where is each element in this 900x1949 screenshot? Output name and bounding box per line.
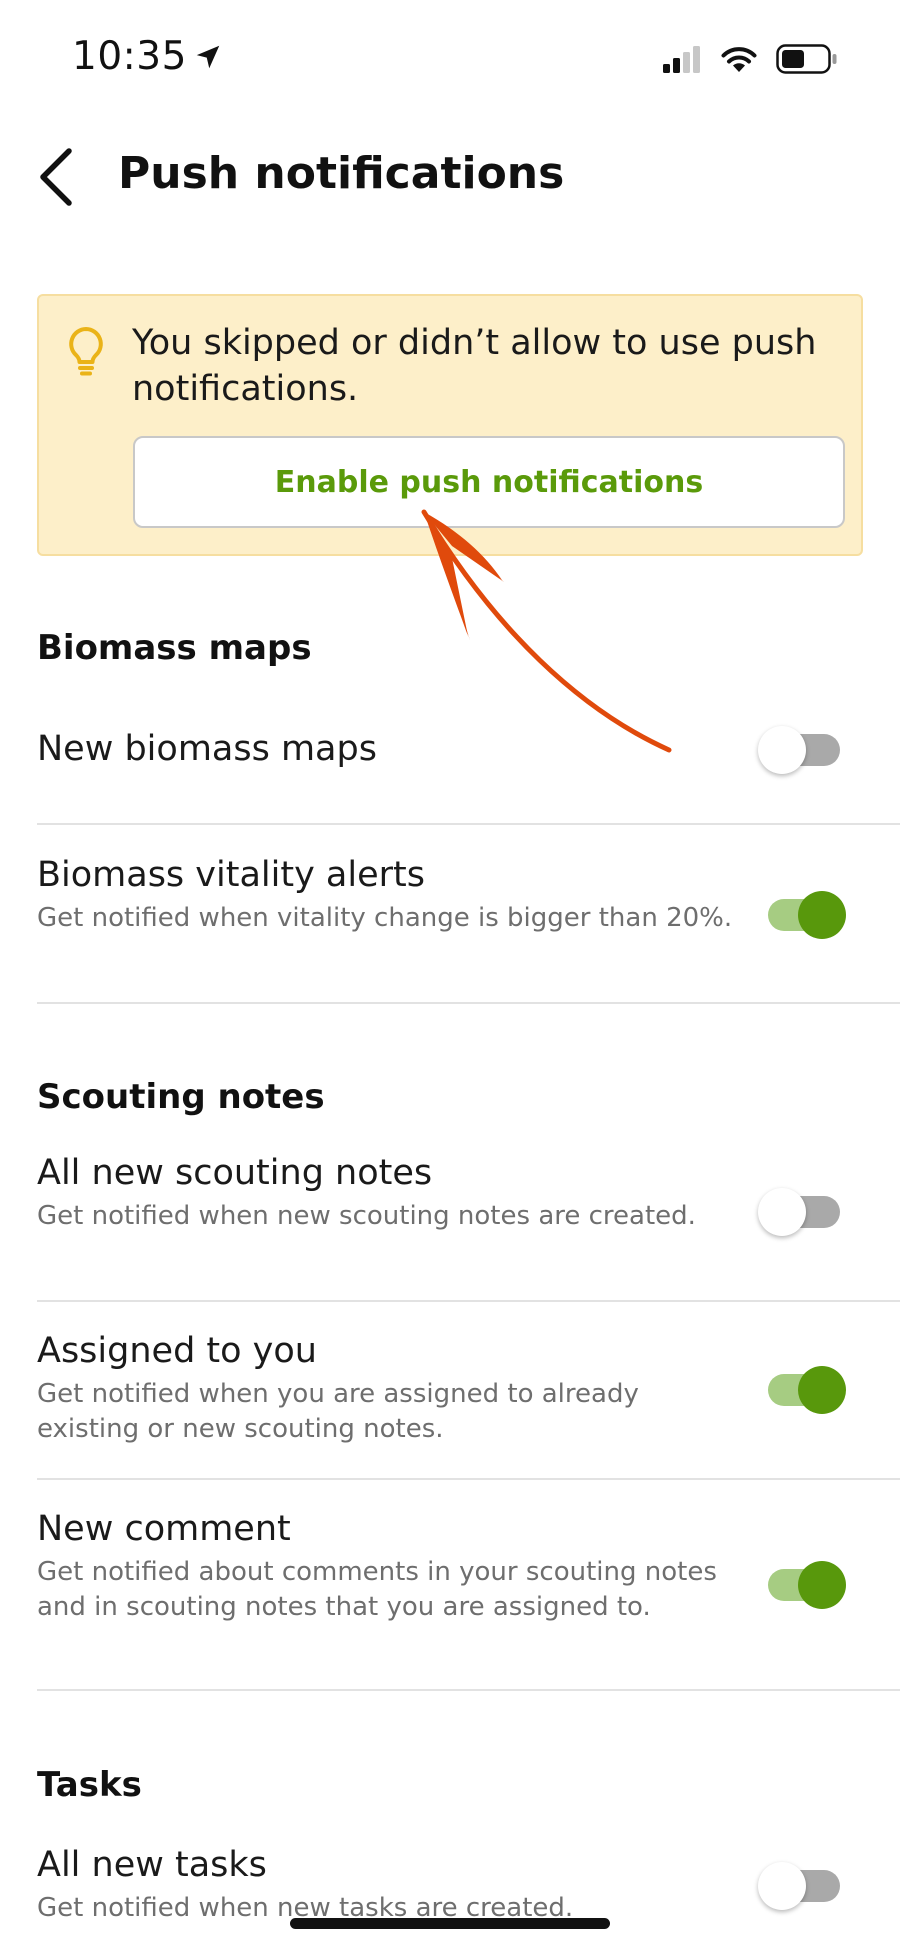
setting-title: New comment xyxy=(37,1509,291,1549)
divider xyxy=(37,1689,900,1691)
status-icons xyxy=(662,44,838,74)
toggle-new-biomass-maps[interactable] xyxy=(758,726,842,774)
section-title-biomass: Biomass maps xyxy=(37,628,312,668)
page-title: Push notifications xyxy=(118,148,565,199)
toggle-knob xyxy=(798,891,846,939)
toggle-assigned-to-you[interactable] xyxy=(762,1366,846,1414)
enable-push-notifications-button[interactable]: Enable push notifications xyxy=(133,436,845,528)
home-indicator xyxy=(290,1918,610,1929)
location-arrow-icon xyxy=(196,45,220,68)
toggle-knob xyxy=(758,1862,806,1910)
toggle-all-new-scouting-notes[interactable] xyxy=(758,1188,842,1236)
lightbulb-icon xyxy=(69,327,103,376)
divider xyxy=(37,1478,900,1480)
banner-icon-wrap xyxy=(67,326,105,380)
section-title-tasks: Tasks xyxy=(37,1765,142,1805)
toggle-knob xyxy=(758,726,806,774)
divider xyxy=(37,823,900,825)
toggle-biomass-vitality-alerts[interactable] xyxy=(762,891,846,939)
setting-description: Get notified when new scouting notes are… xyxy=(37,1201,696,1231)
battery-icon xyxy=(776,44,837,74)
toggle-knob xyxy=(798,1366,846,1414)
toggle-knob xyxy=(798,1561,846,1609)
banner-message: You skipped or didn’t allow to use push … xyxy=(132,323,817,409)
setting-description: Get notified when vitality change is big… xyxy=(37,903,733,933)
status-time-text: 10:35 xyxy=(72,34,187,79)
toggle-knob xyxy=(758,1188,806,1236)
toggle-new-comment[interactable] xyxy=(762,1561,846,1609)
setting-description: Get notified about comments in your scou… xyxy=(37,1557,717,1622)
status-time: 10:35 xyxy=(72,34,223,79)
cellular-signal-icon xyxy=(663,46,700,73)
toggle-all-new-tasks[interactable] xyxy=(758,1862,842,1910)
divider xyxy=(37,1002,900,1004)
wifi-icon xyxy=(721,47,757,72)
section-title-scouting-notes: Scouting notes xyxy=(37,1077,325,1117)
divider xyxy=(37,1300,900,1302)
setting-description: Get notified when you are assigned to al… xyxy=(37,1379,639,1444)
back-button[interactable] xyxy=(26,142,86,212)
push-disabled-banner: You skipped or didn’t allow to use push … xyxy=(37,294,863,556)
nav-header: Push notifications xyxy=(0,130,900,220)
chevron-left-icon xyxy=(40,148,72,206)
status-bar: 10:35 xyxy=(0,0,900,110)
